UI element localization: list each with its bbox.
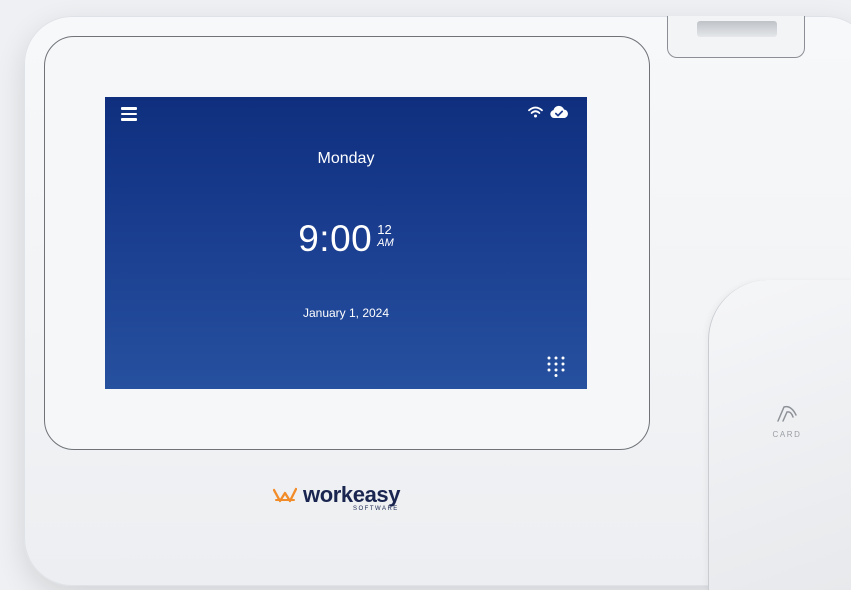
clock-display: 9:00 12 AM (105, 220, 587, 257)
keypad-icon[interactable] (545, 355, 567, 377)
card-logo-icon (777, 405, 797, 422)
display-screen: Monday 9:00 12 AM January 1, 2024 (105, 97, 587, 389)
time-label: 9:00 (298, 218, 373, 259)
wifi-icon (528, 106, 543, 118)
brand-subtitle: SOFTWARE (353, 506, 399, 512)
card-label: CARD (772, 430, 802, 439)
brand-name: workeasy (303, 482, 401, 507)
fingerprint-sensor-slot[interactable] (667, 16, 805, 58)
brand-logo: workeasy SOFTWARE (273, 484, 400, 512)
ampm-label: AM (377, 237, 394, 249)
hamburger-menu-icon[interactable] (121, 107, 137, 121)
seconds-label: 12 (377, 222, 392, 237)
fingerprint-sensor[interactable] (697, 21, 777, 37)
day-label: Monday (317, 150, 375, 167)
date-label: January 1, 2024 (302, 306, 390, 320)
status-icons (528, 105, 569, 119)
cloud-check-icon (550, 105, 568, 118)
card-reader-area[interactable]: CARD (762, 403, 812, 439)
workeasy-logo-icon (273, 487, 297, 503)
